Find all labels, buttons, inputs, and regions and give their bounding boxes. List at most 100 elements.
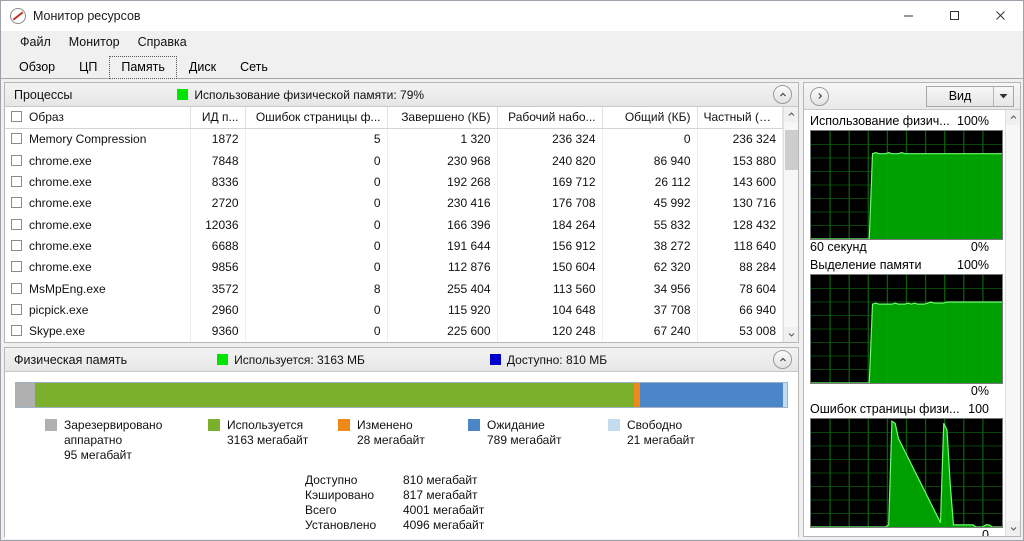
cell-private: 118 640 — [697, 235, 783, 257]
cell-commit: 192 268 — [387, 171, 498, 193]
menu-bar: Файл Монитор Справка — [1, 31, 1023, 53]
column-header-private[interactable]: Частный (КБ) — [697, 107, 783, 129]
table-row[interactable]: chrome.exe 12036 0 166 396 184 264 55 83… — [5, 213, 783, 236]
table-row[interactable]: MsMpEng.exe 3572 8 255 404 113 560 34 95… — [5, 277, 783, 300]
table-row[interactable]: chrome.exe 8336 0 192 268 169 712 26 112… — [5, 171, 783, 193]
cell-commit: 166 396 — [387, 213, 498, 236]
processes-title: Процессы — [14, 87, 73, 102]
column-label-image: Образ — [29, 110, 64, 124]
cell-faults: 0 — [245, 235, 388, 257]
processes-table-body: Memory Compression 1872 5 1 320 236 324 … — [5, 128, 783, 342]
tab-cpu[interactable]: ЦП — [67, 56, 109, 79]
cell-pid: 3572 — [190, 277, 246, 300]
cell-working: 156 912 — [497, 235, 603, 257]
tab-network[interactable]: Сеть — [228, 56, 280, 79]
chart-footer-commit-charge: 0% — [810, 384, 1003, 398]
column-header-image[interactable]: Образ — [5, 107, 191, 129]
memory-usage-bar — [15, 382, 788, 408]
table-row[interactable]: chrome.exe 6688 0 191 644 156 912 38 272… — [5, 235, 783, 257]
table-row[interactable]: chrome.exe 2720 0 230 416 176 708 45 992… — [5, 192, 783, 214]
cell-faults: 5 — [245, 128, 388, 150]
stat-row-available: Доступно 810 мегабайт — [305, 473, 788, 488]
chart-max-label-commit-charge: 100% — [957, 258, 989, 272]
row-checkbox[interactable] — [11, 303, 22, 315]
table-row[interactable]: chrome.exe 9856 0 112 876 150 604 62 320… — [5, 256, 783, 278]
physical-memory-header[interactable]: Физическая память Используется: 3163 МБ … — [5, 348, 798, 372]
table-row[interactable]: chrome.exe 7848 0 230 968 240 820 86 940… — [5, 149, 783, 172]
table-row[interactable]: Memory Compression 1872 5 1 320 236 324 … — [5, 128, 783, 150]
graphs-content: Использование физич... 100% 60 секунд 0% — [804, 110, 1020, 536]
row-checkbox[interactable] — [11, 282, 22, 294]
chart-min-label-hard-faults: 0 — [982, 528, 989, 536]
cell-private: 153 880 — [697, 149, 783, 172]
cell-shareable: 62 320 — [602, 256, 698, 278]
chevron-up-icon — [1010, 115, 1017, 119]
chevron-up-icon — [779, 357, 786, 361]
menu-item-file[interactable]: Файл — [11, 33, 60, 51]
expand-pane-button[interactable] — [810, 86, 829, 106]
row-checkbox[interactable] — [11, 261, 22, 273]
stat-value-installed: 4096 мегабайт — [403, 518, 485, 532]
menu-item-monitor[interactable]: Монитор — [60, 33, 129, 51]
cell-image: MsMpEng.exe — [5, 277, 191, 300]
row-checkbox[interactable] — [11, 239, 22, 251]
minimize-button[interactable] — [885, 1, 931, 31]
legend-value-hardware-reserved: 95 мегабайт — [64, 448, 132, 462]
process-name: Memory Compression — [29, 132, 147, 147]
maximize-button[interactable] — [931, 1, 977, 31]
cell-private: 66 940 — [697, 299, 783, 321]
physical-memory-collapse-button[interactable] — [773, 350, 792, 369]
cell-image: chrome.exe — [5, 149, 191, 172]
chevron-down-icon — [1010, 527, 1017, 531]
cell-private: 53 008 — [697, 320, 783, 342]
physical-memory-title: Физическая память — [14, 352, 128, 367]
row-checkbox[interactable] — [11, 175, 22, 187]
column-header-hard-faults[interactable]: Ошибок страницы ф... — [245, 107, 388, 129]
processes-scrollbar[interactable] — [783, 107, 798, 342]
graphs-scroll-up-button[interactable] — [1006, 110, 1020, 125]
tab-memory[interactable]: Память — [109, 56, 177, 79]
cell-shareable: 26 112 — [602, 171, 698, 193]
menu-item-help[interactable]: Справка — [129, 33, 196, 51]
scroll-track[interactable] — [783, 122, 798, 327]
column-header-shareable[interactable]: Общий (КБ) — [602, 107, 698, 129]
chevron-down-icon — [999, 94, 1008, 99]
row-checkbox[interactable] — [11, 325, 22, 337]
column-header-pid[interactable]: ИД п... — [190, 107, 246, 129]
table-row[interactable]: picpick.exe 2960 0 115 920 104 648 37 70… — [5, 299, 783, 321]
cell-pid: 2720 — [190, 192, 246, 214]
scroll-up-button[interactable] — [783, 107, 798, 122]
scroll-down-button[interactable] — [783, 327, 798, 342]
processes-collapse-button[interactable] — [773, 85, 792, 104]
legend-value-modified: 28 мегабайт — [357, 433, 425, 447]
column-header-commit[interactable]: Завершено (КБ) — [387, 107, 498, 129]
view-button-label: Вид — [948, 89, 972, 103]
cell-commit: 230 968 — [387, 149, 498, 172]
graphs-scroll-down-button[interactable] — [1006, 521, 1020, 536]
tab-disk[interactable]: Диск — [177, 56, 228, 79]
window-title: Монитор ресурсов — [33, 8, 141, 23]
cell-working: 236 324 — [497, 128, 603, 150]
cell-working: 184 264 — [497, 213, 603, 236]
green-swatch-icon — [177, 89, 189, 100]
row-checkbox[interactable] — [11, 197, 22, 209]
chart-canvas-commit-charge — [810, 274, 1003, 384]
close-button[interactable] — [977, 1, 1023, 31]
view-button[interactable]: Вид — [926, 85, 1014, 107]
column-header-working-set[interactable]: Рабочий набо... — [497, 107, 603, 129]
view-dropdown-arrow[interactable] — [993, 86, 1013, 106]
row-checkbox[interactable] — [11, 133, 22, 145]
tab-overview[interactable]: Обзор — [7, 56, 67, 79]
cell-shareable: 37 708 — [602, 299, 698, 321]
row-checkbox[interactable] — [11, 218, 22, 230]
graphs-scrollbar[interactable] — [1005, 110, 1020, 536]
graphs-scroll-track[interactable] — [1006, 125, 1020, 521]
memory-in-use-status: Используется: 3163 МБ — [217, 353, 365, 367]
scroll-thumb[interactable] — [784, 130, 798, 170]
row-checkbox[interactable] — [11, 154, 22, 166]
chart-commit-charge: Выделение памяти 100% 0% — [810, 258, 1003, 398]
table-row[interactable]: Skype.exe 9360 0 225 600 120 248 67 240 … — [5, 320, 783, 342]
processes-header[interactable]: Процессы Использование физической памяти… — [5, 83, 798, 107]
select-all-checkbox[interactable] — [11, 111, 22, 122]
stat-value-total: 4001 мегабайт — [403, 503, 485, 517]
